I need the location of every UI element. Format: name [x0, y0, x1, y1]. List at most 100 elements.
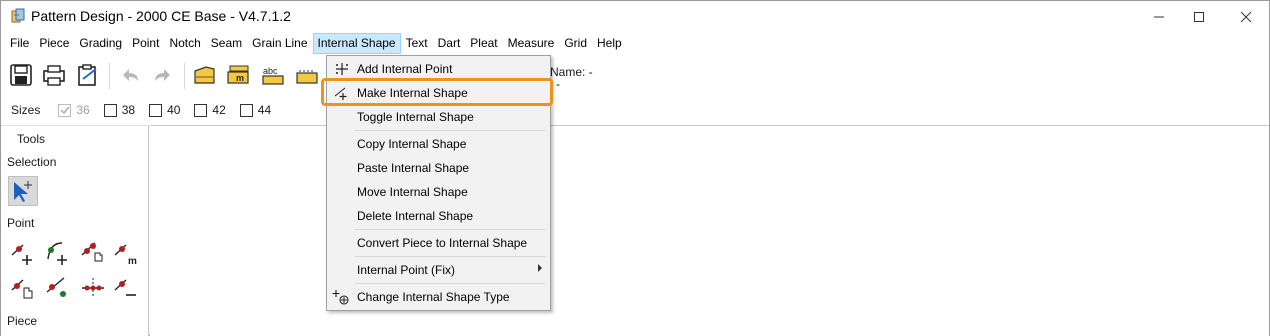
menu-grain-line[interactable]: Grain Line: [247, 33, 312, 54]
menu-separator: [355, 130, 545, 131]
menu-measure[interactable]: Measure: [503, 33, 560, 54]
size-label: 38: [121, 103, 136, 117]
menu-separator: [355, 283, 545, 284]
delete-point-icon: [114, 279, 136, 296]
size-label: 42: [212, 103, 226, 117]
text-abc-icon: abc: [262, 66, 284, 85]
checkbox[interactable]: [58, 103, 72, 117]
checkbox[interactable]: [239, 103, 253, 117]
size-checkbox-36[interactable]: 36: [58, 103, 90, 117]
measure-piece-button[interactable]: m: [223, 59, 253, 91]
add-point-icon: [11, 244, 32, 265]
delete-point-tool[interactable]: [111, 273, 141, 303]
checkbox[interactable]: [194, 103, 208, 117]
menu-file[interactable]: File: [5, 33, 34, 54]
menu-grading[interactable]: Grading: [74, 33, 127, 54]
tools-title: Tools: [17, 132, 46, 146]
menu-change-internal-shape-type[interactable]: Change Internal Shape Type: [329, 286, 548, 308]
text-button[interactable]: abc: [258, 59, 288, 91]
piece-button[interactable]: [190, 59, 220, 91]
close-button[interactable]: [1223, 1, 1269, 32]
menu-delete-internal-shape[interactable]: Delete Internal Shape: [329, 205, 548, 227]
menu-internal-shape[interactable]: Internal Shape: [312, 33, 401, 54]
menu-label: Internal Point (Fix): [357, 263, 456, 277]
undo-button[interactable]: [115, 59, 145, 91]
split-point-tool[interactable]: [78, 273, 108, 303]
menu-label: Delete Internal Shape: [357, 209, 474, 223]
save-button[interactable]: [6, 59, 36, 91]
maximize-button[interactable]: [1176, 1, 1222, 32]
split-point-icon: [82, 278, 104, 298]
menu-point[interactable]: Point: [127, 33, 164, 54]
window-title: Pattern Design - 2000 CE Base - V4.7.1.2: [31, 8, 291, 24]
selection-section-label: Selection: [7, 155, 57, 169]
menu-help[interactable]: Help: [592, 33, 627, 54]
add-point-tool[interactable]: [8, 238, 38, 268]
svg-text:abc: abc: [263, 66, 278, 76]
add-internal-point-icon: [331, 60, 351, 78]
app-window: Pattern Design - 2000 CE Base - V4.7.1.2…: [0, 0, 1270, 336]
menu-label: Toggle Internal Shape: [357, 110, 474, 124]
piece-name-value: -: [556, 77, 560, 91]
redo-icon: [155, 69, 170, 81]
size-checkbox-38[interactable]: 38: [103, 103, 136, 117]
app-logo-icon: [10, 8, 26, 24]
size-checkbox-40[interactable]: 40: [149, 103, 180, 117]
maximize-icon: [1194, 11, 1204, 22]
svg-text:m: m: [128, 256, 137, 267]
select-point-tool[interactable]: [78, 238, 108, 268]
undo-icon: [123, 69, 138, 81]
select-arrow-icon: [14, 181, 32, 202]
menu-label: Move Internal Shape: [357, 185, 468, 199]
size-checkbox-44[interactable]: 44: [239, 103, 272, 117]
point-section-label: Point: [7, 216, 35, 230]
measure-point-tool[interactable]: m: [111, 238, 141, 268]
size-label: 44: [257, 103, 272, 117]
menu-pleat[interactable]: Pleat: [465, 33, 502, 54]
highlight-annotation: [321, 78, 553, 106]
toggle-point-tool[interactable]: [43, 273, 73, 303]
menu-grid[interactable]: Grid: [559, 33, 592, 54]
title-bar: Pattern Design - 2000 CE Base - V4.7.1.2: [1, 1, 1269, 32]
menu-piece[interactable]: Piece: [34, 33, 74, 54]
sizes-row: Sizes 36 38 40 42 44: [1, 99, 1269, 121]
menu-label: Change Internal Shape Type: [357, 290, 510, 304]
checkbox[interactable]: [149, 103, 163, 117]
select-tool-button[interactable]: [8, 176, 38, 206]
menu-notch[interactable]: Notch: [164, 33, 205, 54]
size-label: 40: [167, 103, 181, 117]
piece-section-label: Piece: [7, 314, 38, 328]
checkmark-icon: [60, 106, 70, 115]
add-curve-point-icon: [47, 242, 67, 265]
menu-label: Copy Internal Shape: [357, 137, 467, 151]
menu-label: Convert Piece to Internal Shape: [357, 236, 528, 250]
seam-button[interactable]: [292, 59, 322, 91]
move-point-tool[interactable]: [8, 273, 38, 303]
sizes-label: Sizes: [11, 103, 41, 117]
menu-internal-point-fix[interactable]: Internal Point (Fix): [329, 259, 548, 281]
menu-bar: File Piece Grading Point Notch Seam Grai…: [1, 33, 1269, 54]
menu-add-internal-point[interactable]: Add Internal Point: [329, 58, 548, 80]
print-icon: [43, 65, 65, 86]
menu-text[interactable]: Text: [401, 33, 433, 54]
size-checkbox-42[interactable]: 42: [194, 103, 226, 117]
measure-point-icon: m: [114, 244, 137, 267]
add-curve-point-tool[interactable]: [43, 238, 73, 268]
menu-move-internal-shape[interactable]: Move Internal Shape: [329, 181, 548, 203]
menu-dart[interactable]: Dart: [433, 33, 466, 54]
menu-convert-piece[interactable]: Convert Piece to Internal Shape: [329, 232, 548, 254]
change-shape-type-icon: [331, 288, 351, 306]
redo-button[interactable]: [148, 59, 178, 91]
menu-separator: [355, 256, 545, 257]
piece-icon: [194, 66, 215, 84]
menu-toggle-internal-shape[interactable]: Toggle Internal Shape: [329, 106, 548, 128]
close-icon: [1240, 11, 1252, 22]
menu-paste-internal-shape[interactable]: Paste Internal Shape: [329, 157, 548, 179]
checkbox[interactable]: [103, 103, 117, 117]
properties-icon: [78, 64, 97, 86]
properties-button[interactable]: [73, 59, 103, 91]
drawing-canvas[interactable]: [150, 125, 1269, 336]
menu-copy-internal-shape[interactable]: Copy Internal Shape: [329, 133, 548, 155]
print-button[interactable]: [39, 59, 69, 91]
menu-seam[interactable]: Seam: [206, 33, 247, 54]
